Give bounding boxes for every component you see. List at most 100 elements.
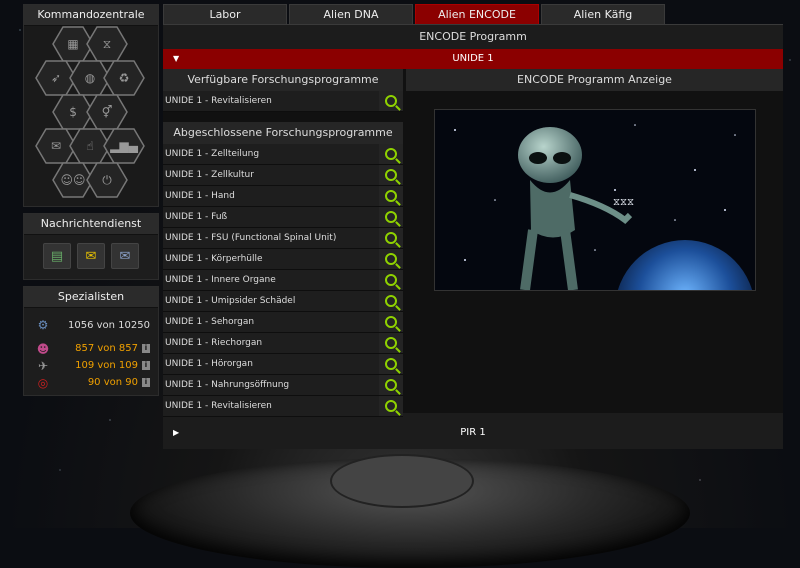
specialist-row: ✈ 109 von 109 i	[24, 357, 158, 374]
mailbox-icon[interactable]: ✉	[111, 243, 139, 269]
magnifier-icon	[385, 316, 397, 328]
magnifier-button[interactable]	[379, 333, 403, 353]
magnifier-button[interactable]	[379, 291, 403, 311]
accordion-label: UNIDE 1	[452, 53, 494, 64]
program-label: UNIDE 1 - Revitalisieren	[165, 96, 272, 106]
tab-alien-dna[interactable]: Alien DNA	[289, 4, 413, 24]
program-item: UNIDE 1 - Revitalisieren	[163, 396, 403, 417]
display-column: ENCODE Programm Anzeige ⧖⧖⧖	[406, 69, 783, 413]
info-icon[interactable]: i	[142, 378, 150, 387]
magnifier-button[interactable]	[379, 207, 403, 227]
magnifier-button[interactable]	[379, 312, 403, 332]
program-label: UNIDE 1 - Hörorgan	[165, 359, 253, 369]
svg-text:⏻: ⏻	[102, 173, 112, 187]
svg-text:⚥: ⚥	[102, 105, 113, 119]
nachrichtendienst-panel: Nachrichtendienst ▤ ✉ ✉	[23, 213, 159, 280]
svg-text:$: $	[69, 105, 77, 119]
magnifier-button[interactable]	[379, 270, 403, 290]
accordion-content: Verfügbare Forschungsprogramme UNIDE 1 -…	[163, 69, 783, 417]
caret-right-icon: ▶	[173, 428, 180, 437]
magnifier-button[interactable]	[379, 165, 403, 185]
podium-icon[interactable]: ▂▆▄	[103, 128, 145, 164]
target-icon: ◎	[37, 375, 49, 390]
svg-text:◍: ◍	[85, 71, 96, 85]
specialist-row: ◎ 90 von 90 i	[24, 374, 158, 391]
magnifier-icon	[385, 211, 397, 223]
magnifier-button[interactable]	[379, 91, 403, 111]
people-icon: ☻	[36, 341, 50, 356]
alien-image: ⧖⧖⧖	[433, 109, 756, 291]
program-item: UNIDE 1 - Hörorgan	[163, 354, 403, 375]
program-item: UNIDE 1 - Zellteilung	[163, 144, 403, 165]
svg-text:♻: ♻	[119, 71, 130, 85]
svg-text:⧖: ⧖	[103, 37, 111, 51]
recycle-icon[interactable]: ♻	[103, 60, 145, 96]
program-item: UNIDE 1 - Fuß	[163, 207, 403, 228]
svg-text:✉: ✉	[51, 139, 61, 153]
magnifier-button[interactable]	[379, 144, 403, 164]
magnifier-icon	[385, 295, 397, 307]
program-item: UNIDE 1 - Riechorgan	[163, 333, 403, 354]
program-item: UNIDE 1 - Umipsider Schädel	[163, 291, 403, 312]
power-icon[interactable]: ⏻	[86, 162, 128, 198]
svg-text:▂▆▄: ▂▆▄	[109, 139, 138, 153]
tab-alien-encode[interactable]: Alien ENCODE	[415, 4, 539, 24]
magnifier-icon	[385, 379, 397, 391]
tab-labor[interactable]: Labor	[163, 4, 287, 24]
robot-icon: ⚙	[37, 318, 49, 332]
spezialisten-title: Spezialisten	[24, 287, 158, 308]
specialist-row: ⚙ 1056 von 10250	[24, 314, 158, 336]
gender-icon[interactable]: ⚥	[86, 94, 128, 130]
magnifier-icon	[385, 358, 397, 370]
info-icon[interactable]: i	[142, 361, 150, 370]
envelope-icon[interactable]: ✉	[77, 243, 105, 269]
accordion-unide-1[interactable]: ▼ UNIDE 1	[163, 49, 783, 69]
specialist-value: 90 von 90	[87, 377, 138, 388]
program-item: UNIDE 1 - Hand	[163, 186, 403, 207]
program-item: UNIDE 1 - Innere Organe	[163, 270, 403, 291]
magnifier-icon	[385, 337, 397, 349]
program-label: UNIDE 1 - Sehorgan	[165, 317, 255, 327]
program-label: UNIDE 1 - Fuß	[165, 212, 228, 222]
info-icon[interactable]: i	[142, 344, 150, 353]
available-header: Verfügbare Forschungsprogramme	[163, 69, 403, 91]
program-label: UNIDE 1 - Zellteilung	[165, 149, 260, 159]
dna-icon[interactable]: ⧖	[86, 26, 128, 62]
magnifier-icon	[385, 190, 397, 202]
magnifier-button[interactable]	[379, 186, 403, 206]
hex-menu: ▦ ⧖ ➶ ◍ ♻ $ ⚥ ✉ ☝ ▂▆▄ ☺☺ ⏻	[24, 26, 158, 206]
caret-down-icon: ▼	[173, 54, 180, 63]
program-label: UNIDE 1 - Zellkultur	[165, 170, 254, 180]
magnifier-button[interactable]	[379, 375, 403, 395]
svg-text:☺☺: ☺☺	[60, 173, 85, 187]
specialist-value: 857 von 857	[75, 343, 138, 354]
magnifier-button[interactable]	[379, 354, 403, 374]
program-label: UNIDE 1 - Riechorgan	[165, 338, 263, 348]
sidebar: Kommandozentrale ▦ ⧖ ➶ ◍ ♻ $ ⚥ ✉ ☝ ▂▆▄ ☺…	[23, 4, 159, 402]
magnifier-button[interactable]	[379, 396, 403, 416]
spezialisten-panel: Spezialisten ⚙ 1056 von 10250 ☻ 857 von …	[23, 286, 159, 396]
kommandozentrale-panel: Kommandozentrale ▦ ⧖ ➶ ◍ ♻ $ ⚥ ✉ ☝ ▂▆▄ ☺…	[23, 4, 159, 207]
display-header: ENCODE Programm Anzeige	[406, 69, 783, 91]
program-lists: Verfügbare Forschungsprogramme UNIDE 1 -…	[163, 69, 403, 417]
tab-bar: Labor Alien DNA Alien ENCODE Alien Käfig	[163, 4, 783, 24]
magnifier-icon	[385, 400, 397, 412]
magnifier-icon	[385, 274, 397, 286]
program-label: UNIDE 1 - Innere Organe	[165, 275, 276, 285]
plane-icon: ✈	[37, 358, 49, 373]
magnifier-button[interactable]	[379, 249, 403, 269]
magnifier-button[interactable]	[379, 228, 403, 248]
svg-text:▦: ▦	[67, 37, 78, 51]
program-item: UNIDE 1 - Zellkultur	[163, 165, 403, 186]
specialist-value: 1056 von 10250	[68, 319, 150, 331]
tab-alien-kaefig[interactable]: Alien Käfig	[541, 4, 665, 24]
section-title: ENCODE Programm	[163, 24, 783, 49]
main-panel: Labor Alien DNA Alien ENCODE Alien Käfig…	[163, 4, 783, 449]
accordion-pir-1[interactable]: ▶ PIR 1	[163, 423, 783, 443]
program-label: UNIDE 1 - Revitalisieren	[165, 401, 272, 411]
completed-header: Abgeschlossene Forschungsprogramme	[163, 122, 403, 144]
magnifier-icon	[385, 253, 397, 265]
magnifier-icon	[385, 148, 397, 160]
document-icon[interactable]: ▤	[43, 243, 71, 269]
specialist-row: ☻ 857 von 857 i	[24, 340, 158, 357]
